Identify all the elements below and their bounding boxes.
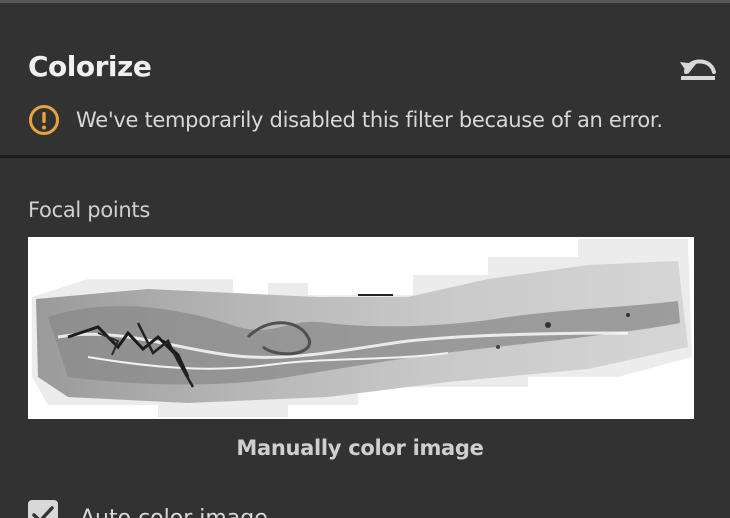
undo-arrow-icon (680, 59, 716, 80)
auto-color-option[interactable]: Auto color image (28, 500, 268, 518)
auto-color-checkbox[interactable] (28, 500, 58, 518)
error-message: We've temporarily disabled this filter b… (28, 103, 663, 137)
section-divider (0, 155, 730, 158)
colorize-panel: Colorize We've temporarily disabled this… (0, 0, 730, 518)
reset-button[interactable] (678, 48, 718, 84)
manually-color-image-button[interactable]: Manually color image (0, 436, 720, 460)
checkmark-icon (32, 506, 54, 518)
error-text: We've temporarily disabled this filter b… (76, 108, 663, 132)
panel-title: Colorize (28, 50, 152, 83)
auto-color-label: Auto color image (80, 506, 268, 518)
focal-points-label: Focal points (28, 198, 151, 222)
exclamation-circle-icon (29, 105, 59, 135)
top-divider (0, 0, 730, 3)
focal-points-image-preview[interactable] (28, 237, 694, 419)
grayscale-panorama-image (28, 237, 694, 419)
